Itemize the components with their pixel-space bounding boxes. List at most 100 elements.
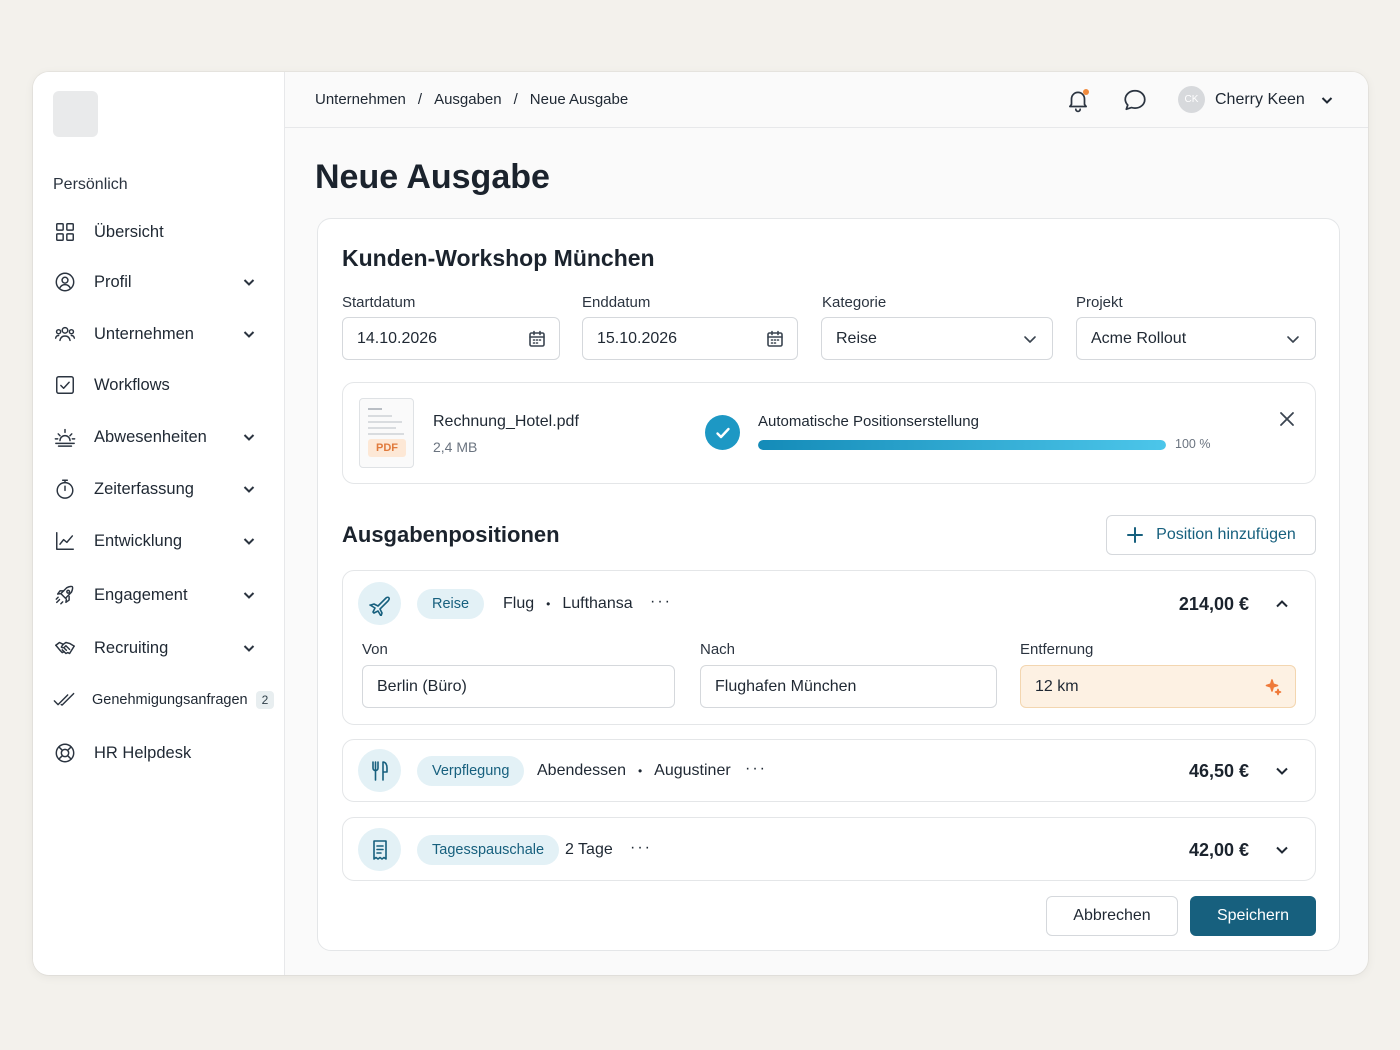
sidebar-item-engagement[interactable]: Engagement bbox=[53, 575, 269, 615]
close-icon[interactable] bbox=[1277, 409, 1297, 429]
breadcrumb-item[interactable]: Ausgaben bbox=[434, 91, 502, 108]
sidebar-item-label: Genehmigungsanfragen bbox=[92, 692, 248, 708]
position-description: Abendessen • Augustiner bbox=[537, 762, 731, 780]
thumb-line bbox=[368, 408, 382, 410]
from-value: Berlin (Büro) bbox=[377, 677, 467, 695]
user-menu[interactable]: CK Cherry Keen bbox=[1178, 86, 1335, 113]
upload-panel: PDF Rechnung_Hotel.pdf 2,4 MB Automatisc… bbox=[342, 382, 1316, 484]
sidebar-item-entwicklung[interactable]: Entwicklung bbox=[53, 521, 269, 561]
progress-bar bbox=[758, 440, 1166, 450]
save-button[interactable]: Speichern bbox=[1190, 896, 1316, 936]
sidebar-item-profil[interactable]: Profil bbox=[53, 262, 269, 302]
thumb-line bbox=[368, 433, 404, 435]
chevron-down-icon[interactable] bbox=[1273, 762, 1291, 780]
end-date-field[interactable]: 15.10.2026 bbox=[582, 317, 798, 360]
thumb-line bbox=[368, 421, 402, 423]
processing-label: Automatische Positionserstellung bbox=[758, 413, 979, 430]
double-check-icon bbox=[53, 688, 75, 712]
handshake-icon bbox=[53, 636, 77, 660]
sidebar-item-zeiterfassung[interactable]: Zeiterfassung bbox=[53, 469, 269, 509]
category-pill: Tagesspauschale bbox=[417, 835, 560, 865]
check-circle-icon bbox=[705, 415, 740, 450]
position-vendor: Augustiner bbox=[654, 762, 731, 779]
category-select[interactable]: Reise bbox=[821, 317, 1053, 360]
plane-icon bbox=[358, 582, 401, 625]
progress-percent: 100 % bbox=[1175, 437, 1211, 451]
stopwatch-icon bbox=[53, 477, 77, 501]
sidebar-item-label: Entwicklung bbox=[94, 531, 183, 550]
chevron-down-icon[interactable] bbox=[241, 640, 257, 656]
chart-line-icon bbox=[53, 529, 77, 553]
chevron-down-icon[interactable] bbox=[241, 274, 257, 290]
sidebar-item-unternehmen[interactable]: Unternehmen bbox=[53, 314, 269, 354]
cutlery-icon bbox=[358, 749, 401, 792]
start-date-field[interactable]: 14.10.2026 bbox=[342, 317, 560, 360]
to-field[interactable]: Flughafen München bbox=[700, 665, 997, 708]
position-vendor: Lufthansa bbox=[562, 595, 633, 612]
sunrise-icon bbox=[53, 425, 77, 449]
category-value: Reise bbox=[836, 329, 877, 347]
breadcrumb-item[interactable]: Unternehmen bbox=[315, 91, 406, 108]
users-icon bbox=[53, 322, 77, 346]
sidebar-item-label: Workflows bbox=[94, 375, 170, 394]
project-select[interactable]: Acme Rollout bbox=[1076, 317, 1316, 360]
company-logo[interactable] bbox=[53, 91, 98, 137]
distance-field[interactable]: 12 km bbox=[1020, 665, 1296, 708]
add-position-button[interactable]: Position hinzufügen bbox=[1106, 515, 1316, 555]
position-description: 2 Tage bbox=[565, 841, 613, 859]
chevron-down-icon[interactable] bbox=[1273, 841, 1291, 859]
sidebar-item-label: Recruiting bbox=[94, 638, 169, 657]
positions-title: Ausgabenpositionen bbox=[342, 522, 560, 547]
sidebar-item-workflows[interactable]: Workflows bbox=[53, 365, 269, 405]
sidebar-item-hr-helpdesk[interactable]: HR Helpdesk bbox=[53, 733, 269, 773]
more-options-icon[interactable]: ··· bbox=[650, 593, 672, 611]
pdf-thumbnail[interactable]: PDF bbox=[359, 398, 414, 468]
chevron-down-icon[interactable] bbox=[241, 481, 257, 497]
sidebar-item-uebersicht[interactable]: Übersicht bbox=[53, 212, 269, 252]
rocket-icon bbox=[53, 583, 77, 607]
to-label: Nach bbox=[700, 641, 736, 658]
start-date-value: 14.10.2026 bbox=[357, 329, 438, 347]
chevron-up-icon[interactable] bbox=[1273, 595, 1291, 613]
breadcrumb-current: Neue Ausgabe bbox=[529, 91, 629, 108]
more-options-icon[interactable]: ··· bbox=[745, 760, 767, 778]
end-date-label: Enddatum bbox=[582, 294, 651, 311]
to-value: Flughafen München bbox=[715, 677, 857, 695]
avatar: CK bbox=[1178, 86, 1205, 113]
calendar-icon[interactable] bbox=[527, 329, 547, 349]
expense-position-per-diem: Tagesspauschale 2 Tage ··· 42,00 € bbox=[342, 817, 1316, 881]
from-label: Von bbox=[362, 641, 388, 658]
separator-dot: • bbox=[546, 597, 551, 611]
chevron-down-icon[interactable] bbox=[241, 587, 257, 603]
position-type: Abendessen bbox=[537, 762, 626, 779]
cancel-button[interactable]: Abbrechen bbox=[1046, 896, 1178, 936]
position-type: Flug bbox=[503, 595, 535, 612]
bell-icon[interactable] bbox=[1065, 87, 1091, 113]
chevron-down-icon[interactable] bbox=[241, 533, 257, 549]
checkbox-icon bbox=[53, 373, 77, 397]
count-badge: 2 bbox=[255, 691, 275, 709]
position-amount: 214,00 € bbox=[1178, 594, 1249, 614]
sidebar-item-genehmigungsanfragen[interactable]: Genehmigungsanfragen 2 bbox=[53, 680, 275, 720]
progress-fill bbox=[758, 440, 1166, 450]
category-pill: Verpflegung bbox=[417, 756, 525, 786]
category-label: Kategorie bbox=[822, 294, 887, 311]
sidebar-item-label: Übersicht bbox=[94, 222, 164, 241]
app-window: Persönlich Übersicht Profil Unternehmen … bbox=[33, 72, 1368, 975]
sparkle-icon bbox=[1263, 677, 1283, 697]
sidebar-item-recruiting[interactable]: Recruiting bbox=[53, 628, 269, 668]
expense-title: Kunden-Workshop München bbox=[342, 245, 655, 271]
chat-icon[interactable] bbox=[1122, 87, 1148, 113]
pdf-file-tag: PDF bbox=[368, 439, 406, 457]
calendar-icon[interactable] bbox=[765, 329, 785, 349]
distance-value: 12 km bbox=[1035, 677, 1079, 695]
sidebar-item-abwesenheiten[interactable]: Abwesenheiten bbox=[53, 417, 269, 457]
top-bar: Unternehmen / Ausgaben / Neue Ausgabe CK… bbox=[285, 72, 1368, 128]
chevron-down-icon[interactable] bbox=[241, 429, 257, 445]
plus-icon bbox=[1127, 527, 1144, 543]
sidebar-item-label: Zeiterfassung bbox=[94, 479, 194, 498]
chevron-down-icon[interactable] bbox=[241, 326, 257, 342]
from-field[interactable]: Berlin (Büro) bbox=[362, 665, 675, 708]
more-options-icon[interactable]: ··· bbox=[630, 839, 652, 857]
sidebar-section-label: Persönlich bbox=[53, 176, 128, 193]
